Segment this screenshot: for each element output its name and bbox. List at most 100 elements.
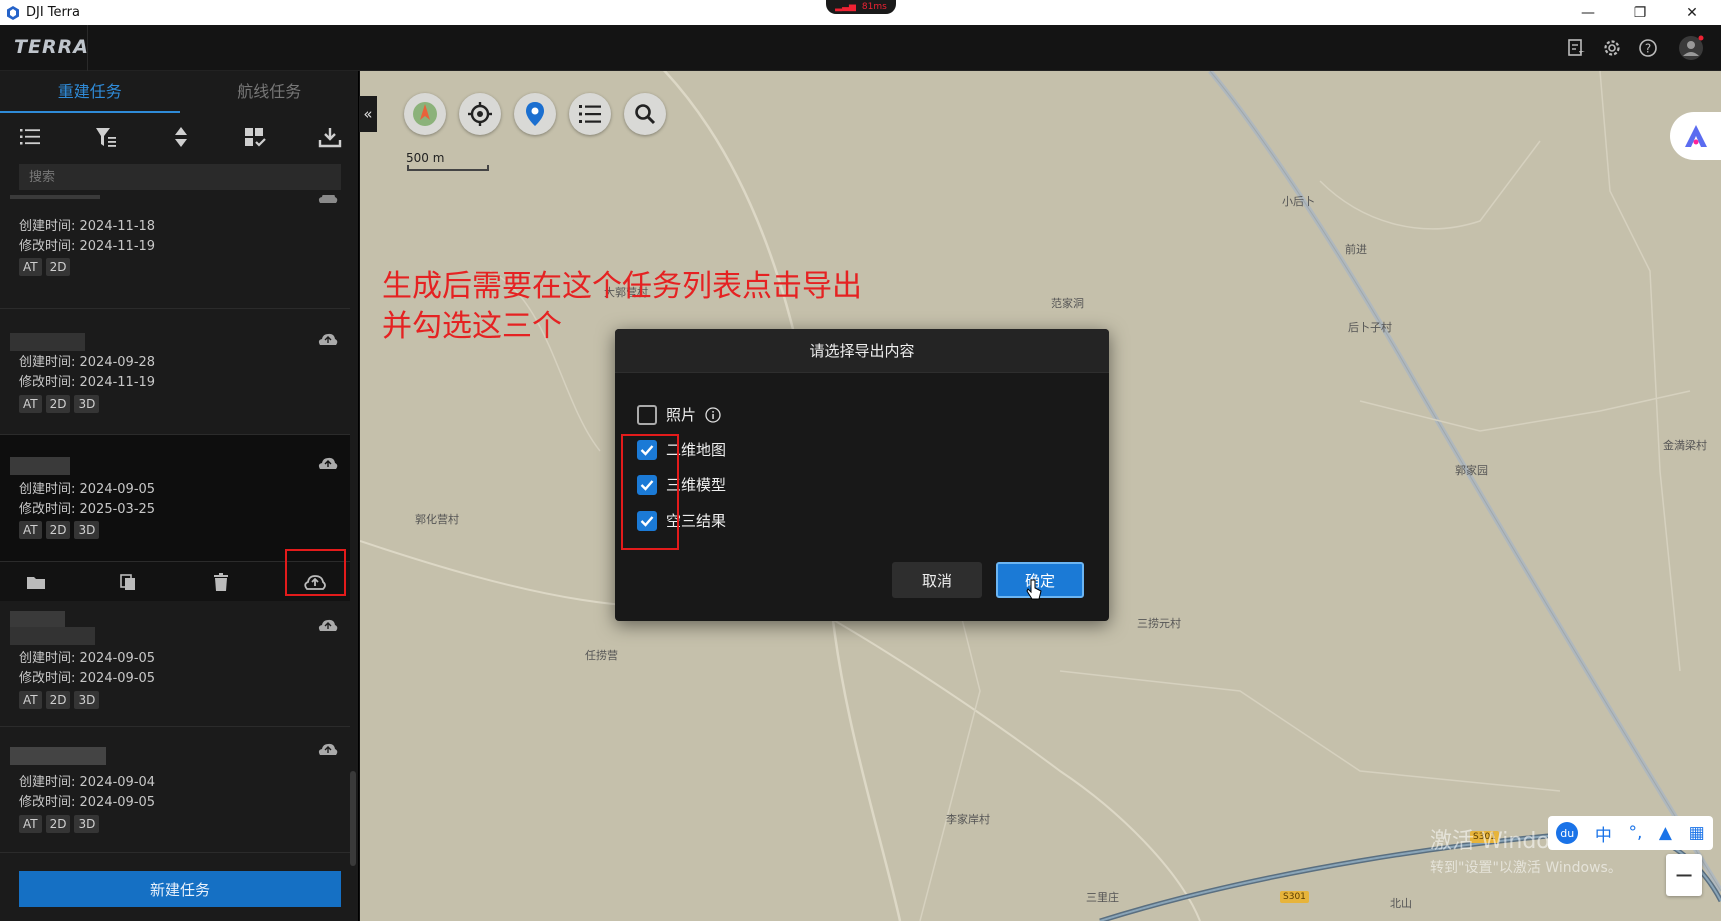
help-icon[interactable]: ? bbox=[1638, 38, 1658, 58]
account-icon[interactable] bbox=[1678, 35, 1704, 61]
import-icon[interactable] bbox=[318, 125, 342, 149]
multi-select-icon[interactable] bbox=[243, 125, 267, 149]
minimize-button[interactable]: — bbox=[1566, 0, 1610, 25]
tag-2d: 2D bbox=[45, 521, 71, 539]
task-modified-time: 修改时间: 2024-09-05 bbox=[19, 671, 156, 686]
window-titlebar: DJI Terra ▂▃▅ 81ms — ❐ ✕ bbox=[0, 0, 1721, 25]
tab-reconstruction[interactable]: 重建任务 bbox=[0, 71, 180, 113]
window-title: DJI Terra bbox=[26, 5, 80, 20]
tag-at: AT bbox=[19, 521, 42, 539]
scale-bar bbox=[407, 165, 489, 171]
task-item[interactable]: 创建时间: 2024-09-05 修改时间: 2024-09-05 AT 2D … bbox=[0, 601, 350, 727]
task-created-time: 创建时间: 2024-09-05 bbox=[19, 651, 156, 666]
map-place-label: 北山 bbox=[1390, 897, 1412, 910]
task-thumbnail bbox=[10, 195, 100, 199]
locate-icon[interactable] bbox=[459, 93, 501, 135]
close-window-button[interactable]: ✕ bbox=[1670, 0, 1714, 25]
road-badge: S301 bbox=[1280, 891, 1309, 903]
map-place-label: 小后卜 bbox=[1282, 195, 1315, 208]
cloud-sync-icon bbox=[318, 195, 338, 203]
sidebar-tabs: 重建任务 航线任务 bbox=[0, 71, 359, 113]
task-tags: AT 2D 3D bbox=[19, 815, 100, 833]
cancel-button[interactable]: 取消 bbox=[892, 562, 982, 598]
compass-icon[interactable] bbox=[404, 93, 446, 135]
task-modified-time: 修改时间: 2024-11-19 bbox=[19, 239, 156, 254]
filter-icon[interactable] bbox=[94, 125, 118, 149]
folder-icon[interactable] bbox=[26, 572, 46, 592]
map-place-label: 郭家园 bbox=[1455, 464, 1488, 477]
brand-logo: TERRA bbox=[14, 36, 89, 58]
collapse-sidebar-button[interactable]: « bbox=[359, 96, 377, 132]
assistant-icon bbox=[1684, 125, 1707, 147]
ime-logo-icon[interactable]: du bbox=[1556, 822, 1579, 844]
new-task-button[interactable]: 新建任务 bbox=[19, 871, 341, 907]
map-place-label: 三里庄 bbox=[1086, 891, 1119, 904]
task-modified-time: 修改时间: 2024-09-05 bbox=[19, 795, 156, 810]
annotation-line-1: 生成后需要在这个任务列表点击导出 bbox=[382, 269, 862, 304]
map-place-label: 范家洞 bbox=[1051, 297, 1084, 310]
task-tags: AT 2D 3D bbox=[19, 521, 100, 539]
export-dialog: 请选择导出内容 照片 二维地图 三维模型 空三结果 取消 确定 bbox=[615, 329, 1109, 621]
task-created-time: 创建时间: 2024-11-18 bbox=[19, 219, 156, 234]
map-place-label: 后卜子村 bbox=[1348, 321, 1392, 334]
tag-2d: 2D bbox=[45, 258, 71, 276]
task-thumbnail bbox=[10, 457, 70, 475]
copy-icon[interactable] bbox=[118, 572, 138, 592]
sort-icon[interactable] bbox=[169, 125, 193, 149]
map-place-label: 李家岸村 bbox=[946, 813, 990, 826]
task-thumbnail bbox=[10, 747, 106, 765]
app-header: TERRA ? bbox=[0, 25, 1721, 71]
map-place-label: 金満梁村 bbox=[1663, 439, 1707, 452]
ime-toolbar[interactable]: du 中 °, ▲ ▦ bbox=[1548, 816, 1713, 850]
task-item[interactable]: 创建时间: 2024-11-18 修改时间: 2024-11-19 AT 2D bbox=[0, 195, 350, 309]
restore-button[interactable]: ❐ bbox=[1618, 0, 1662, 25]
task-thumbnail bbox=[10, 333, 85, 351]
list-icon[interactable] bbox=[18, 125, 42, 149]
divider bbox=[87, 25, 88, 71]
tab-flight-route[interactable]: 航线任务 bbox=[180, 71, 360, 113]
cloud-sync-icon bbox=[318, 743, 338, 755]
pin-icon[interactable] bbox=[514, 93, 556, 135]
task-list-icon[interactable] bbox=[1566, 38, 1586, 58]
app-logo-icon bbox=[7, 5, 19, 20]
map-place-label: 三捞元村 bbox=[1137, 617, 1181, 630]
tag-3d: 3D bbox=[74, 521, 100, 539]
tag-at: AT bbox=[19, 691, 42, 709]
task-modified-time: 修改时间: 2025-03-25 bbox=[19, 502, 156, 517]
tag-3d: 3D bbox=[74, 395, 100, 413]
option-photos[interactable]: 照片 bbox=[637, 404, 721, 425]
tag-2d: 2D bbox=[45, 395, 71, 413]
highlight-options-box bbox=[621, 434, 679, 550]
ime-punct[interactable]: °, bbox=[1628, 823, 1642, 843]
layers-list-icon[interactable] bbox=[569, 93, 611, 135]
search-input[interactable] bbox=[19, 164, 341, 190]
delete-icon[interactable] bbox=[211, 572, 231, 592]
task-modified-time: 修改时间: 2024-11-19 bbox=[19, 375, 156, 390]
tag-at: AT bbox=[19, 258, 42, 276]
task-item[interactable]: 创建时间: 2024-09-28 修改时间: 2024-11-19 AT 2D … bbox=[0, 309, 350, 435]
task-tags: AT 2D 3D bbox=[19, 395, 100, 413]
map-place-label: 任捞营 bbox=[585, 649, 618, 662]
ime-grid-icon[interactable]: ▦ bbox=[1689, 823, 1705, 843]
ime-mode[interactable]: 中 bbox=[1595, 821, 1612, 846]
scale-label: 500 m bbox=[406, 151, 445, 165]
task-created-time: 创建时间: 2024-09-05 bbox=[19, 482, 156, 497]
task-tags: AT 2D bbox=[19, 258, 71, 276]
checkbox-photos[interactable] bbox=[637, 404, 657, 425]
zoom-out-button[interactable]: − bbox=[1666, 854, 1702, 896]
cloud-sync-icon bbox=[318, 333, 338, 345]
search-icon[interactable] bbox=[624, 93, 666, 135]
network-latency-indicator: ▂▃▅ 81ms bbox=[826, 0, 896, 14]
task-list-scrollbar[interactable] bbox=[350, 771, 356, 866]
ime-assistant-icon[interactable]: ▲ bbox=[1659, 823, 1672, 843]
assistant-float-button[interactable] bbox=[1670, 112, 1721, 160]
tag-at: AT bbox=[19, 395, 42, 413]
option-label: 照片 bbox=[666, 406, 697, 424]
tag-2d: 2D bbox=[45, 691, 71, 709]
info-icon[interactable] bbox=[705, 406, 721, 423]
task-item[interactable]: 创建时间: 2024-09-04 修改时间: 2024-09-05 AT 2D … bbox=[0, 727, 350, 853]
tag-3d: 3D bbox=[74, 815, 100, 833]
task-created-time: 创建时间: 2024-09-04 bbox=[19, 775, 156, 790]
gear-icon[interactable] bbox=[1602, 38, 1622, 58]
task-thumbnail bbox=[10, 627, 95, 645]
